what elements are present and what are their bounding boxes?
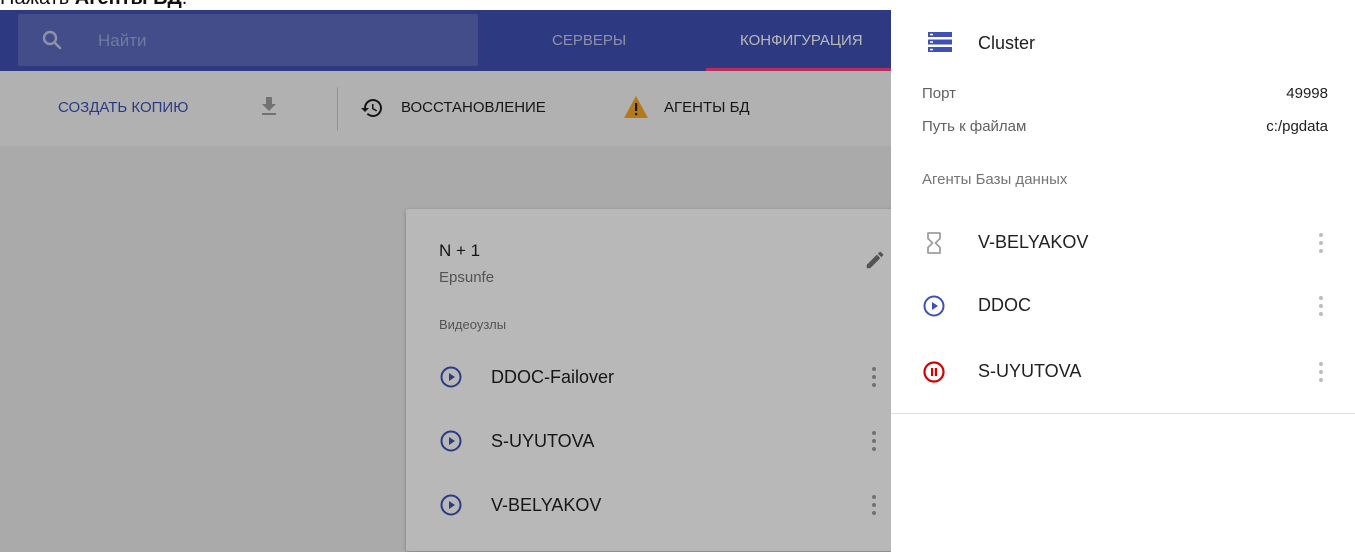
modal-backdrop[interactable] — [0, 10, 891, 552]
more-vert-icon[interactable] — [1318, 294, 1324, 318]
screen: Нажать Агенты БД. Найти СЕРВЕРЫ КОНФИГУР… — [0, 0, 1355, 552]
path-value: c:/pgdata — [1266, 118, 1328, 135]
port-label: Порт — [922, 85, 957, 102]
pause-circle-icon — [923, 361, 945, 383]
more-vert-icon[interactable] — [1318, 231, 1324, 255]
agent-row[interactable]: DDOC — [891, 278, 1355, 334]
agent-label: S-UYUTOVA — [978, 361, 1082, 381]
port-value: 49998 — [1286, 85, 1328, 102]
storage-icon — [928, 32, 952, 52]
caption-prefix: Нажать — [0, 0, 75, 9]
cluster-detail-panel: Cluster Порт 49998 Путь к файлам c:/pgda… — [891, 0, 1355, 552]
hourglass-icon — [927, 232, 941, 254]
agent-row[interactable]: S-UYUTOVA — [891, 344, 1355, 400]
more-vert-icon[interactable] — [1318, 360, 1324, 384]
agents-section-label: Агенты Базы данных — [922, 171, 1068, 188]
instruction-caption: Нажать Агенты БД. — [0, 0, 187, 10]
caption-suffix: . — [182, 0, 188, 9]
play-circle-icon — [923, 295, 945, 317]
agent-row[interactable]: V-BELYAKOV — [891, 215, 1355, 271]
agent-label: V-BELYAKOV — [978, 232, 1089, 252]
path-label: Путь к файлам — [922, 118, 1027, 135]
caption-bold: Агенты БД — [75, 0, 182, 9]
agent-label: DDOC — [978, 295, 1031, 315]
panel-divider — [891, 413, 1355, 414]
panel-title: Cluster — [978, 33, 1036, 53]
